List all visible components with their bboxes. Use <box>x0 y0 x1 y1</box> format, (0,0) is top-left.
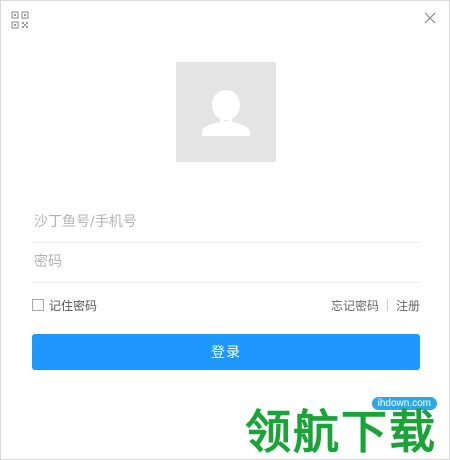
password-input[interactable] <box>32 242 420 282</box>
user-avatar-icon <box>202 90 250 136</box>
login-options-row: 记住密码 忘记密码 注册 <box>32 295 420 315</box>
register-link[interactable]: 注册 <box>396 297 420 314</box>
avatar <box>176 62 276 162</box>
account-input[interactable] <box>32 202 420 242</box>
qr-code-icon[interactable] <box>11 11 29 29</box>
password-field <box>32 242 420 283</box>
site-watermark: ihdown.com 领航下载 <box>245 397 437 459</box>
link-divider <box>386 299 388 311</box>
account-field <box>32 202 420 243</box>
remember-password-label: 记住密码 <box>49 298 98 313</box>
login-window: 记住密码 忘记密码 注册 登录 ihdown.com 领航下载 <box>0 0 450 460</box>
close-icon[interactable] <box>421 9 439 27</box>
forgot-password-link[interactable]: 忘记密码 <box>331 297 379 314</box>
login-button[interactable]: 登录 <box>32 334 420 370</box>
remember-password-checkbox[interactable] <box>32 299 44 311</box>
remember-password-toggle[interactable]: 记住密码 <box>32 297 97 314</box>
watermark-text: 领航下载 <box>245 405 437 459</box>
account-links: 忘记密码 注册 <box>331 297 420 314</box>
